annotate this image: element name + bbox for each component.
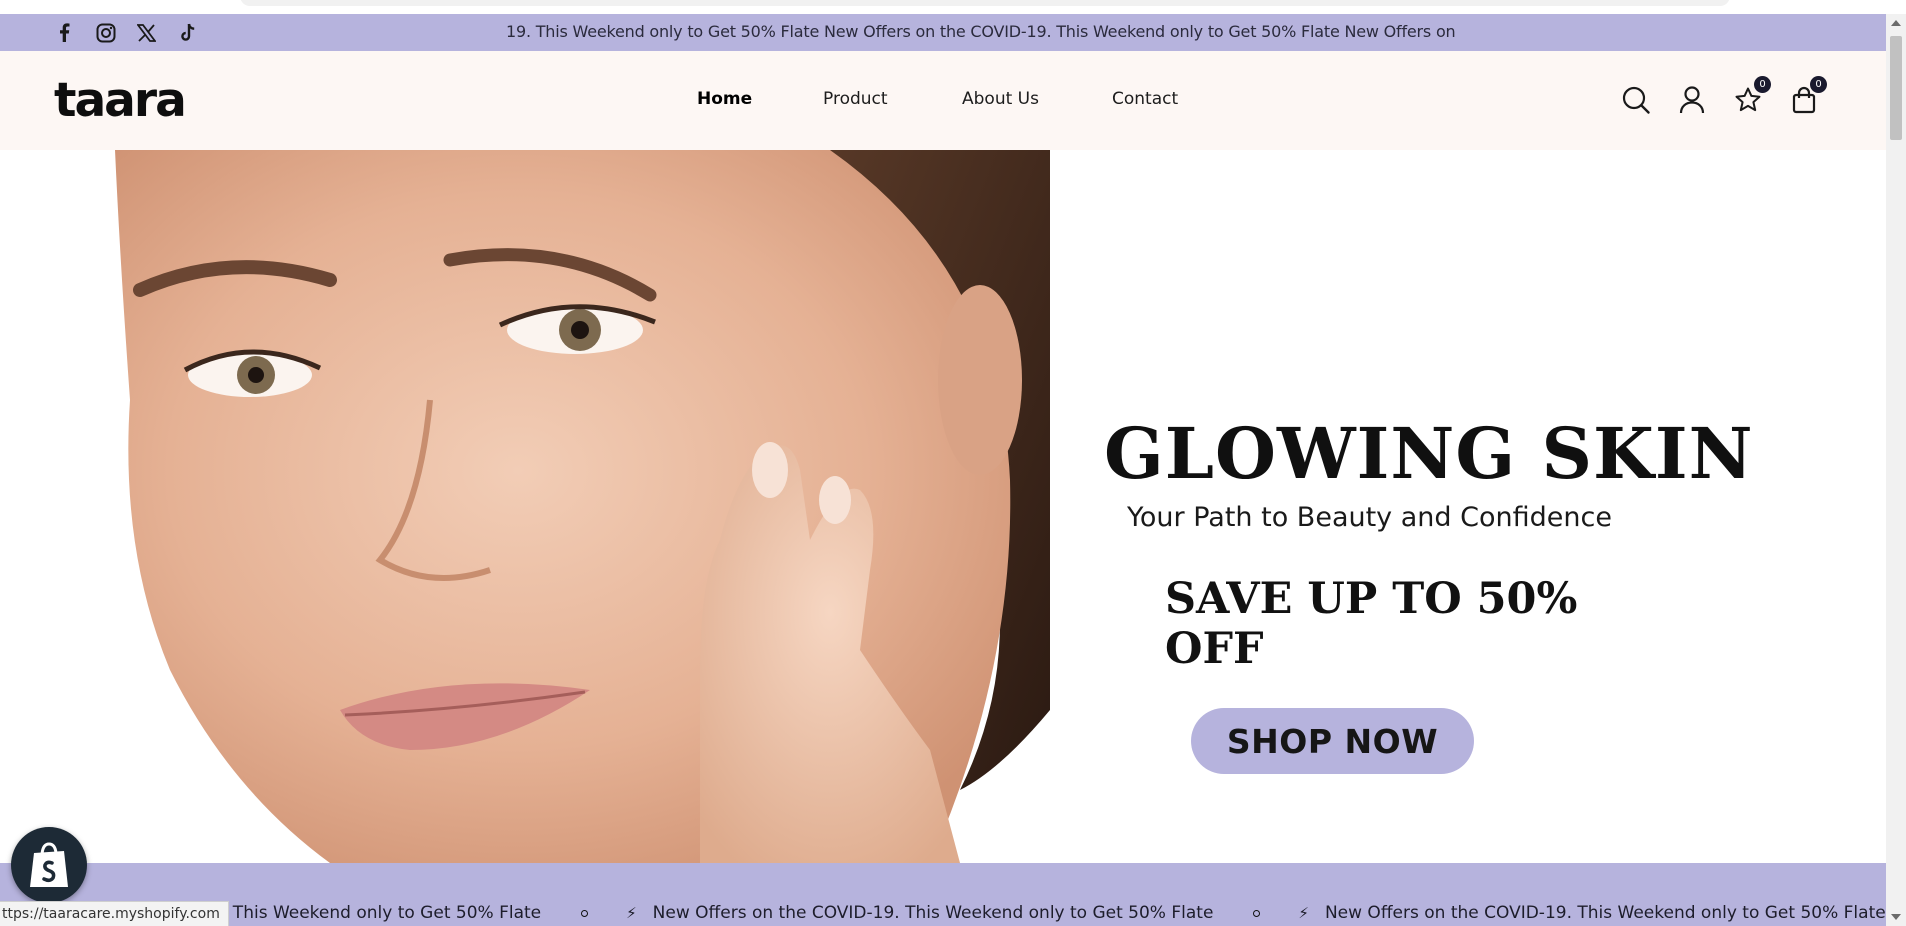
circle-icon: [581, 909, 589, 917]
wishlist-count-badge: 0: [1754, 76, 1771, 93]
marquee-item: New Offers on the COVID-19. This Weekend…: [1324, 903, 1886, 923]
hero-banner[interactable]: GLOWING SKIN Your Path to Beauty and Con…: [0, 150, 1886, 863]
scroll-up-arrow-icon[interactable]: [1891, 20, 1901, 26]
search-icon[interactable]: [1621, 85, 1651, 115]
hero-offer-text: SAVE UP TO 50% OFF: [1165, 574, 1578, 674]
shop-now-button[interactable]: SHOP NOW: [1191, 708, 1474, 774]
nav-about-us[interactable]: About Us: [962, 89, 1039, 109]
tiktok-icon[interactable]: [177, 22, 198, 43]
browser-status-url: ttps://taaracare.myshopify.com: [0, 901, 229, 926]
nav-contact[interactable]: Contact: [1112, 89, 1178, 109]
cart-count-badge: 0: [1810, 76, 1827, 93]
marquee-item: . This Weekend only to Get 50% Flate: [222, 903, 542, 923]
x-icon[interactable]: [136, 22, 157, 43]
bolt-icon: ⚡: [626, 904, 637, 922]
browser-address-bar-edge: [240, 0, 1730, 6]
page-scrollbar[interactable]: [1886, 14, 1906, 926]
nav-home[interactable]: Home: [697, 89, 752, 109]
announcement-bar: 19. This Weekend only to Get 50% Flate N…: [0, 14, 1886, 51]
shopify-bag-icon: [30, 842, 68, 887]
shopify-chat-button[interactable]: [11, 827, 87, 903]
facebook-icon[interactable]: [54, 22, 75, 43]
offer-marquee: . This Weekend only to Get 50% Flate ⚡ N…: [0, 863, 1886, 926]
wishlist-star-icon[interactable]: 0: [1733, 76, 1771, 115]
hero-title: GLOWING SKIN: [1104, 412, 1754, 495]
site-header: taara Home Product About Us Contact 0 0: [0, 51, 1886, 150]
site-logo[interactable]: taara: [54, 73, 187, 128]
browser-top-strip: [0, 0, 1906, 14]
account-icon[interactable]: [1677, 85, 1707, 115]
hero-subtitle: Your Path to Beauty and Confidence: [1127, 502, 1612, 533]
bolt-icon: ⚡: [1298, 904, 1309, 922]
announcement-text: 19. This Weekend only to Get 50% Flate N…: [506, 22, 1456, 41]
hero-model-image: [115, 150, 1050, 863]
circle-icon: [1253, 909, 1261, 917]
scroll-down-arrow-icon[interactable]: [1891, 914, 1901, 920]
scrollbar-thumb[interactable]: [1890, 36, 1902, 140]
cart-bag-icon[interactable]: 0: [1789, 76, 1827, 115]
marquee-item: New Offers on the COVID-19. This Weekend…: [652, 903, 1214, 923]
instagram-icon[interactable]: [95, 22, 116, 43]
marquee-track: . This Weekend only to Get 50% Flate ⚡ N…: [222, 903, 1886, 923]
social-links: [54, 22, 198, 43]
nav-product[interactable]: Product: [823, 89, 888, 109]
